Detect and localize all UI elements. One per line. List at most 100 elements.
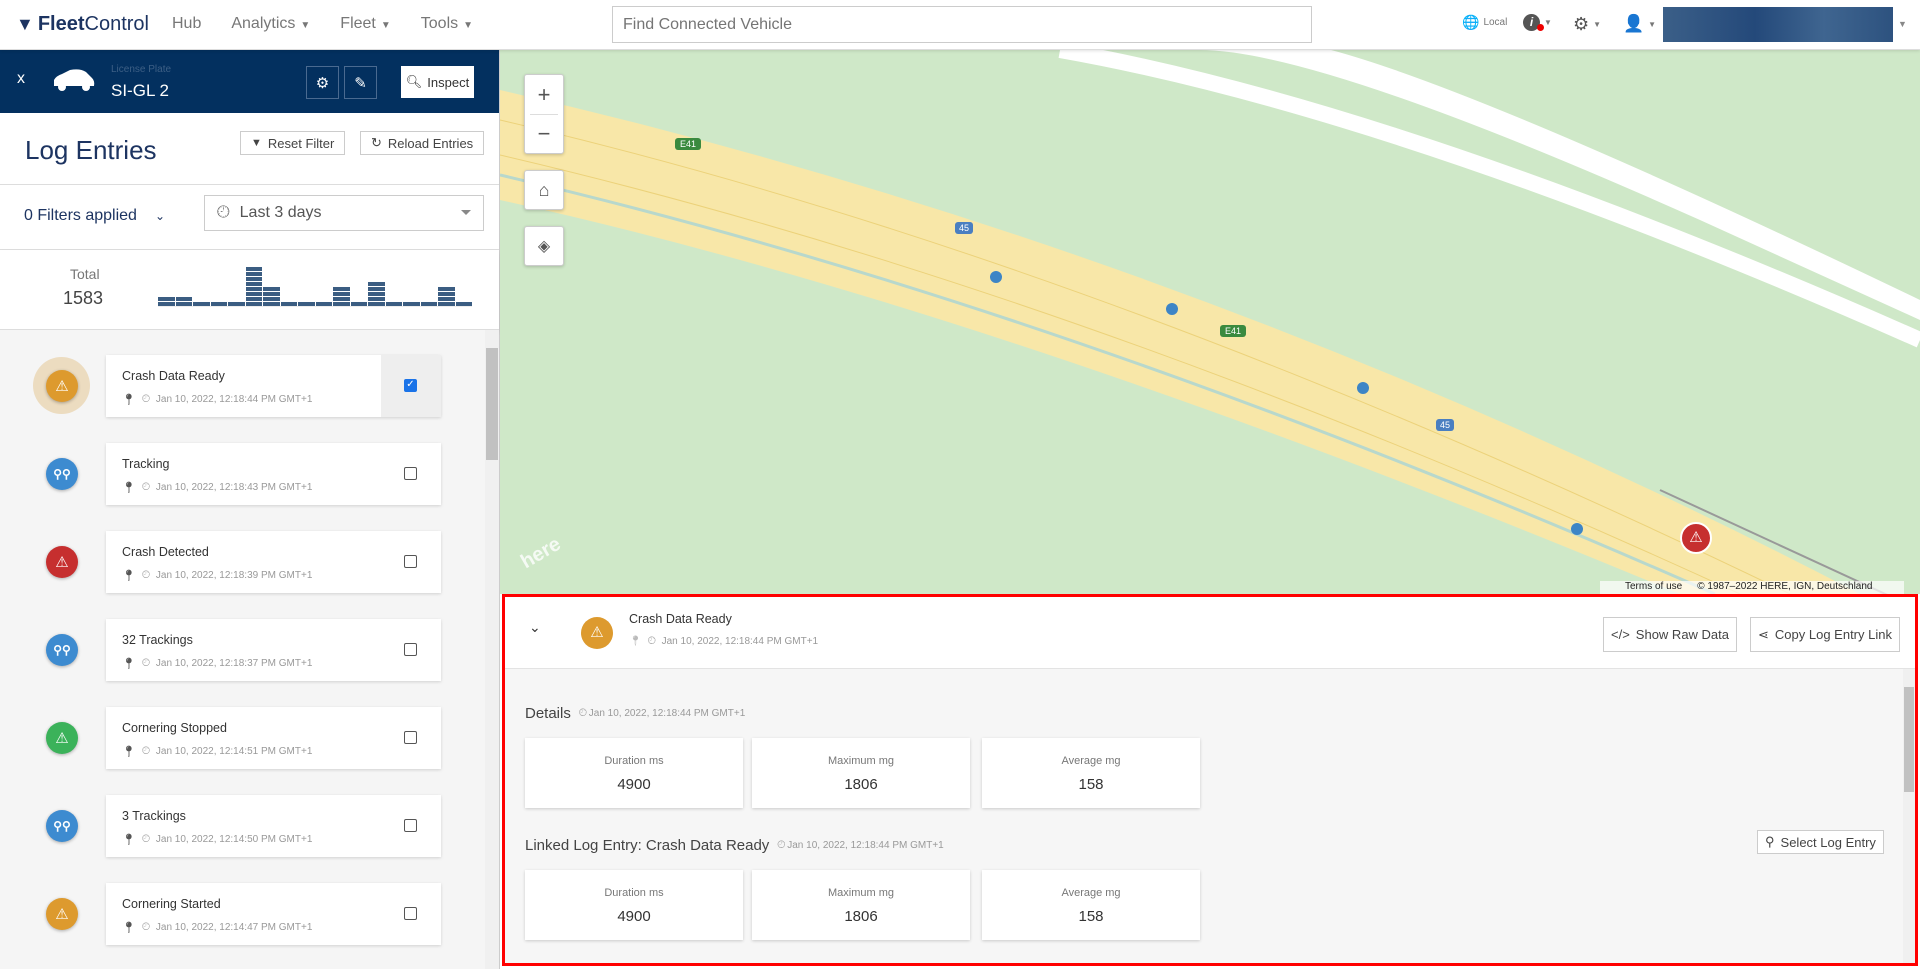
location-pin-icon[interactable]: 📍︎ [122, 833, 136, 846]
nav-tools[interactable]: Tools ▼ [421, 15, 473, 33]
settings-menu[interactable]: ⚙ ▼ [1573, 14, 1601, 35]
filter-icon: ▼ [251, 137, 262, 149]
entry-checkbox[interactable] [404, 555, 417, 568]
log-entry-item[interactable]: ⚠ Crash Data Ready 📍︎ 🕘︎ Jan 10, 2022, 12:18… [0, 355, 485, 417]
histogram-bar[interactable] [298, 302, 315, 306]
caret-down-icon: ▼ [463, 20, 474, 31]
nav-analytics[interactable]: Analytics ▼ [231, 15, 310, 33]
vehicle-settings-button[interactable]: ⚙ [306, 66, 339, 99]
inspect-button[interactable]: 🔍︎ Inspect [401, 66, 474, 98]
home-button[interactable]: ⌂ [524, 170, 564, 210]
zoom-out-button[interactable]: − [538, 121, 551, 147]
histogram-bar[interactable] [438, 287, 455, 306]
log-entry-item[interactable]: ⚠ Cornering Stopped 📍︎ 🕘︎ Jan 10, 2022, 12:1… [0, 707, 485, 769]
log-entry-item[interactable]: ⚲⚲ Tracking 📍︎ 🕘︎ Jan 10, 2022, 12:18:43 PM … [0, 443, 485, 505]
clock-icon: 🕘︎ [777, 840, 786, 851]
location-pin-icon[interactable]: 📍︎ [122, 393, 136, 406]
nav-fleet[interactable]: Fleet ▼ [340, 15, 390, 33]
terms-link[interactable]: Terms of use [1625, 581, 1682, 594]
location-pin-icon[interactable]: 📍︎ [122, 569, 136, 582]
select-log-entry-button[interactable]: ⚲ Select Log Entry [1757, 830, 1884, 854]
zoom-in-button[interactable]: + [538, 82, 551, 108]
histogram-bar[interactable] [175, 297, 192, 306]
histogram-bar[interactable] [455, 302, 472, 306]
log-entry-item[interactable]: ⚠ Crash Detected 📍︎ 🕘︎ Jan 10, 2022, 12:18:3… [0, 531, 485, 593]
location-pin-icon[interactable]: 📍︎ [122, 921, 136, 934]
clock-icon: 🕘︎ [141, 482, 150, 493]
tracking-route-icon: ⚲⚲ [53, 643, 71, 657]
vehicle-search-input[interactable] [612, 6, 1312, 43]
histogram-bar[interactable] [315, 302, 332, 306]
code-icon: </> [1611, 627, 1630, 642]
filters-toggle[interactable]: 0 Filters applied ⌄ [24, 207, 165, 225]
entry-checkbox[interactable]: ✓ [404, 379, 417, 392]
location-pin-icon[interactable]: 📍︎ [629, 636, 642, 647]
location-pin-icon[interactable]: 📍︎ [122, 745, 136, 758]
user-name-blurred[interactable] [1663, 7, 1893, 42]
histogram-bar[interactable] [420, 302, 437, 306]
clock-icon: 🕘︎ [141, 658, 150, 669]
car-icon [54, 69, 95, 91]
entry-title: Cornering Stopped [122, 721, 227, 735]
log-entry-item[interactable]: ⚲⚲ 32 Trackings 📍︎ 🕘︎ Jan 10, 2022, 12:18:37… [0, 619, 485, 681]
histogram-bar[interactable] [280, 302, 297, 306]
histogram-bar[interactable] [403, 302, 420, 306]
layers-button[interactable]: ◈ [524, 226, 564, 266]
layers-icon: ◈ [537, 238, 551, 255]
entries-histogram[interactable] [158, 260, 472, 307]
info-menu[interactable]: i ▼ [1523, 14, 1552, 31]
time-range-select[interactable]: 🕘︎ Last 3 days [204, 195, 484, 231]
map-attribution: Terms of use © 1987–2022 HERE, IGN, Deuts… [1600, 581, 1904, 594]
warning-icon: ⚠ [1689, 529, 1703, 546]
log-entry-item[interactable]: ⚲⚲ 3 Trackings 📍︎ 🕘︎ Jan 10, 2022, 12:14:50 … [0, 795, 485, 857]
reset-filter-button[interactable]: ▼ Reset Filter [240, 131, 346, 155]
reload-entries-button[interactable]: ↻ Reload Entries [360, 131, 485, 155]
histogram-bar[interactable] [158, 297, 175, 306]
stat-card: Duration ms 4900 [525, 870, 743, 940]
histogram-bar[interactable] [210, 302, 227, 306]
histogram-bar[interactable] [228, 302, 245, 306]
chevron-down-icon[interactable]: ▼ [1898, 19, 1907, 29]
histogram-bar[interactable] [350, 302, 367, 306]
histogram-bar[interactable] [333, 287, 350, 306]
locale-button[interactable]: 🌐 Local [1462, 14, 1507, 31]
histogram-bar[interactable] [385, 302, 402, 306]
road-label-e41: E41 [1220, 325, 1247, 337]
stat-card: Duration ms 4900 [525, 738, 743, 808]
entry-checkbox[interactable] [404, 731, 417, 744]
log-sidebar: x License Plate SI-GL 2 ⚙ ✎ 🔍︎ Inspect Lo… [0, 50, 500, 969]
entry-checkbox[interactable] [404, 643, 417, 656]
entry-checkbox[interactable] [404, 467, 417, 480]
histogram-bar[interactable] [263, 287, 280, 306]
collapse-chevron-icon[interactable]: ⌄ [529, 619, 541, 636]
home-icon: ⌂ [538, 179, 550, 200]
entry-checkbox[interactable] [404, 819, 417, 832]
log-entry-list: ⚠ Crash Data Ready 📍︎ 🕘︎ Jan 10, 2022, 12:18… [0, 330, 499, 969]
location-pin-icon[interactable]: 📍︎ [122, 657, 136, 670]
location-pin-icon[interactable]: 📍︎ [122, 481, 136, 494]
log-entry-item[interactable]: ⚠ Cornering Started 📍︎ 🕘︎ Jan 10, 2022, 12:1… [0, 883, 485, 945]
entry-checkbox[interactable] [404, 907, 417, 920]
panel-scrollbar[interactable] [1903, 669, 1915, 963]
edit-vehicle-button[interactable]: ✎ [344, 66, 377, 99]
linked-entry-heading: Linked Log Entry: Crash Data Ready [525, 837, 770, 854]
warning-icon: ⚠ [55, 378, 69, 395]
nav-hub[interactable]: Hub [172, 15, 201, 33]
copy-link-button[interactable]: ⋖ Copy Log Entry Link [1750, 617, 1900, 652]
histogram-bar[interactable] [245, 267, 262, 306]
user-menu[interactable]: 👤 ▼ [1623, 14, 1656, 34]
histogram-bar[interactable] [368, 282, 385, 306]
show-raw-data-button[interactable]: </> Show Raw Data [1603, 617, 1738, 652]
histogram-bar[interactable] [193, 302, 210, 306]
close-button[interactable]: x [17, 70, 25, 88]
map-view[interactable]: E41 45 E41 45 ⚠ here [500, 50, 1920, 594]
map-canvas [500, 50, 1920, 594]
user-pin-icon: ⚲ [1765, 834, 1775, 849]
fleetcontrol-logo[interactable]: ▼ Fleet Control [16, 13, 149, 36]
vehicle-header: x License Plate SI-GL 2 ⚙ ✎ 🔍︎ Inspect [0, 50, 499, 113]
entry-title: 3 Trackings [122, 809, 186, 823]
crash-marker[interactable]: ⚠ [1680, 522, 1712, 554]
gear-icon: ⚙ [315, 74, 330, 92]
share-icon: ⋖ [1758, 626, 1769, 642]
list-scrollbar[interactable] [485, 330, 499, 969]
